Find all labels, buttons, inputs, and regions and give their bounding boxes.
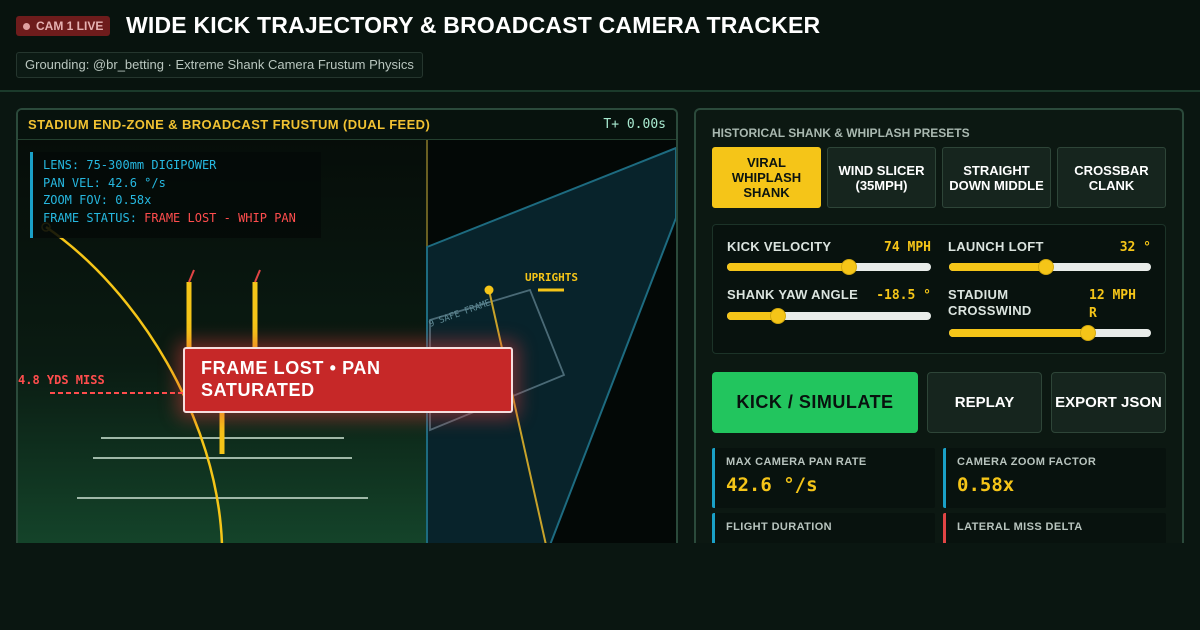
hud-frame-status-label: FRAME STATUS:: [43, 210, 145, 225]
hud-pan-velocity: PAN VEL: 42.6 °/s: [43, 175, 166, 190]
stadium-view: STADIUM END-ZONE & BROADCAST FRUSTUM (DU…: [16, 108, 678, 543]
metric-flight-duration: FLIGHT DURATION: [712, 513, 935, 543]
hud-frame-status-value: FRAME LOST - WHIP PAN: [144, 210, 296, 225]
crosswind-slider[interactable]: [949, 325, 1151, 341]
frame-lost-alert: FRAME LOST • PAN SATURATED: [183, 347, 513, 413]
preset-wind-slicer[interactable]: WIND SLICER (35MPH): [827, 147, 936, 208]
metric-lateral-miss-label: LATERAL MISS DELTA: [957, 521, 1083, 533]
metric-flight-duration-label: FLIGHT DURATION: [726, 521, 833, 533]
export-json-button[interactable]: EXPORT JSON: [1051, 372, 1166, 433]
shank-yaw-thumb[interactable]: [770, 308, 786, 324]
stadium-view-titlebar: STADIUM END-ZONE & BROADCAST FRUSTUM (DU…: [18, 110, 676, 140]
miss-distance-label: 4.8 YDS MISS: [18, 373, 105, 387]
kick-velocity-value: 74 MPH: [884, 240, 931, 255]
preset-viral-whiplash-shank[interactable]: VIRAL WHIPLASH SHANK: [712, 147, 821, 208]
kick-velocity-slider[interactable]: [727, 259, 931, 275]
metric-zoom-factor-label: CAMERA ZOOM FACTOR: [957, 456, 1097, 468]
shank-yaw-label: SHANK YAW ANGLE: [727, 287, 859, 302]
crosswind-fill: [949, 329, 1089, 337]
preset-crossbar-clank[interactable]: CROSSBAR CLANK: [1057, 147, 1166, 208]
hud-zoom-fov: ZOOM FOV: 0.58x: [43, 193, 152, 207]
shank-yaw-value: -18.5 °: [876, 288, 931, 303]
uprights-label: UPRIGHTS: [525, 271, 578, 284]
metric-lateral-miss: LATERAL MISS DELTA: [943, 513, 1166, 543]
launch-loft-thumb[interactable]: [1037, 259, 1054, 275]
kick-velocity-thumb[interactable]: [841, 259, 858, 275]
app-header: CAM 1 LIVE WIDE KICK TRAJECTORY & BROADC…: [0, 0, 1200, 92]
sim-time-readout: T+ 0.00s: [603, 117, 666, 132]
page-title: WIDE KICK TRAJECTORY & BROADCAST CAMERA …: [126, 12, 821, 38]
crosswind-thumb[interactable]: [1080, 325, 1097, 341]
live-dot-icon: [23, 22, 30, 30]
launch-loft-fill: [949, 263, 1046, 271]
hud-lens: LENS: 75-300mm DIGIPOWER: [43, 158, 217, 172]
crosswind-label: STADIUM CROSSWIND: [948, 287, 1032, 318]
launch-loft-label: LAUNCH LOFT: [948, 239, 1044, 254]
kick-simulate-button[interactable]: KICK / SIMULATE: [712, 372, 918, 433]
preset-straight-down-middle[interactable]: STRAIGHT DOWN MIDDLE: [942, 147, 1051, 208]
stadium-view-title: STADIUM END-ZONE & BROADCAST FRUSTUM (DU…: [28, 117, 431, 132]
tracked-ball-icon: [484, 285, 494, 295]
kick-velocity-label: KICK VELOCITY: [727, 239, 832, 254]
metric-zoom-factor: CAMERA ZOOM FACTOR 0.58x: [943, 448, 1166, 508]
metric-pan-rate: MAX CAMERA PAN RATE 42.6 °/s: [712, 448, 935, 508]
live-badge: CAM 1 LIVE: [16, 16, 111, 36]
launch-loft-slider[interactable]: [949, 259, 1151, 275]
camera-hud: LENS: 75-300mm DIGIPOWER PAN VEL: 42.6 °…: [30, 152, 321, 238]
hud-frame-status: FRAME STATUS: FRAME LOST - WHIP PAN: [43, 210, 321, 228]
metric-pan-rate-label: MAX CAMERA PAN RATE: [726, 456, 867, 468]
launch-loft-value: 32 °: [1119, 240, 1151, 255]
shank-yaw-slider[interactable]: [727, 308, 931, 324]
control-panel: HISTORICAL SHANK & WHIPLASH PRESETS VIRA…: [694, 108, 1184, 543]
kick-parameters: KICK VELOCITY 74 MPH LAUNCH LOFT 32 ° SH…: [712, 224, 1166, 354]
grounding-note: Grounding: @br_betting · Extreme Shank C…: [16, 52, 423, 78]
presets-heading: HISTORICAL SHANK & WHIPLASH PRESETS: [712, 126, 970, 140]
metric-pan-rate-value: 42.6 °/s: [726, 474, 818, 496]
kick-velocity-fill: [727, 263, 850, 271]
metric-zoom-factor-value: 0.58x: [957, 474, 1015, 496]
replay-button[interactable]: REPLAY: [927, 372, 1042, 433]
crosswind-value: 12 MPH R: [1089, 288, 1136, 321]
live-badge-label: CAM 1 LIVE: [36, 19, 104, 33]
